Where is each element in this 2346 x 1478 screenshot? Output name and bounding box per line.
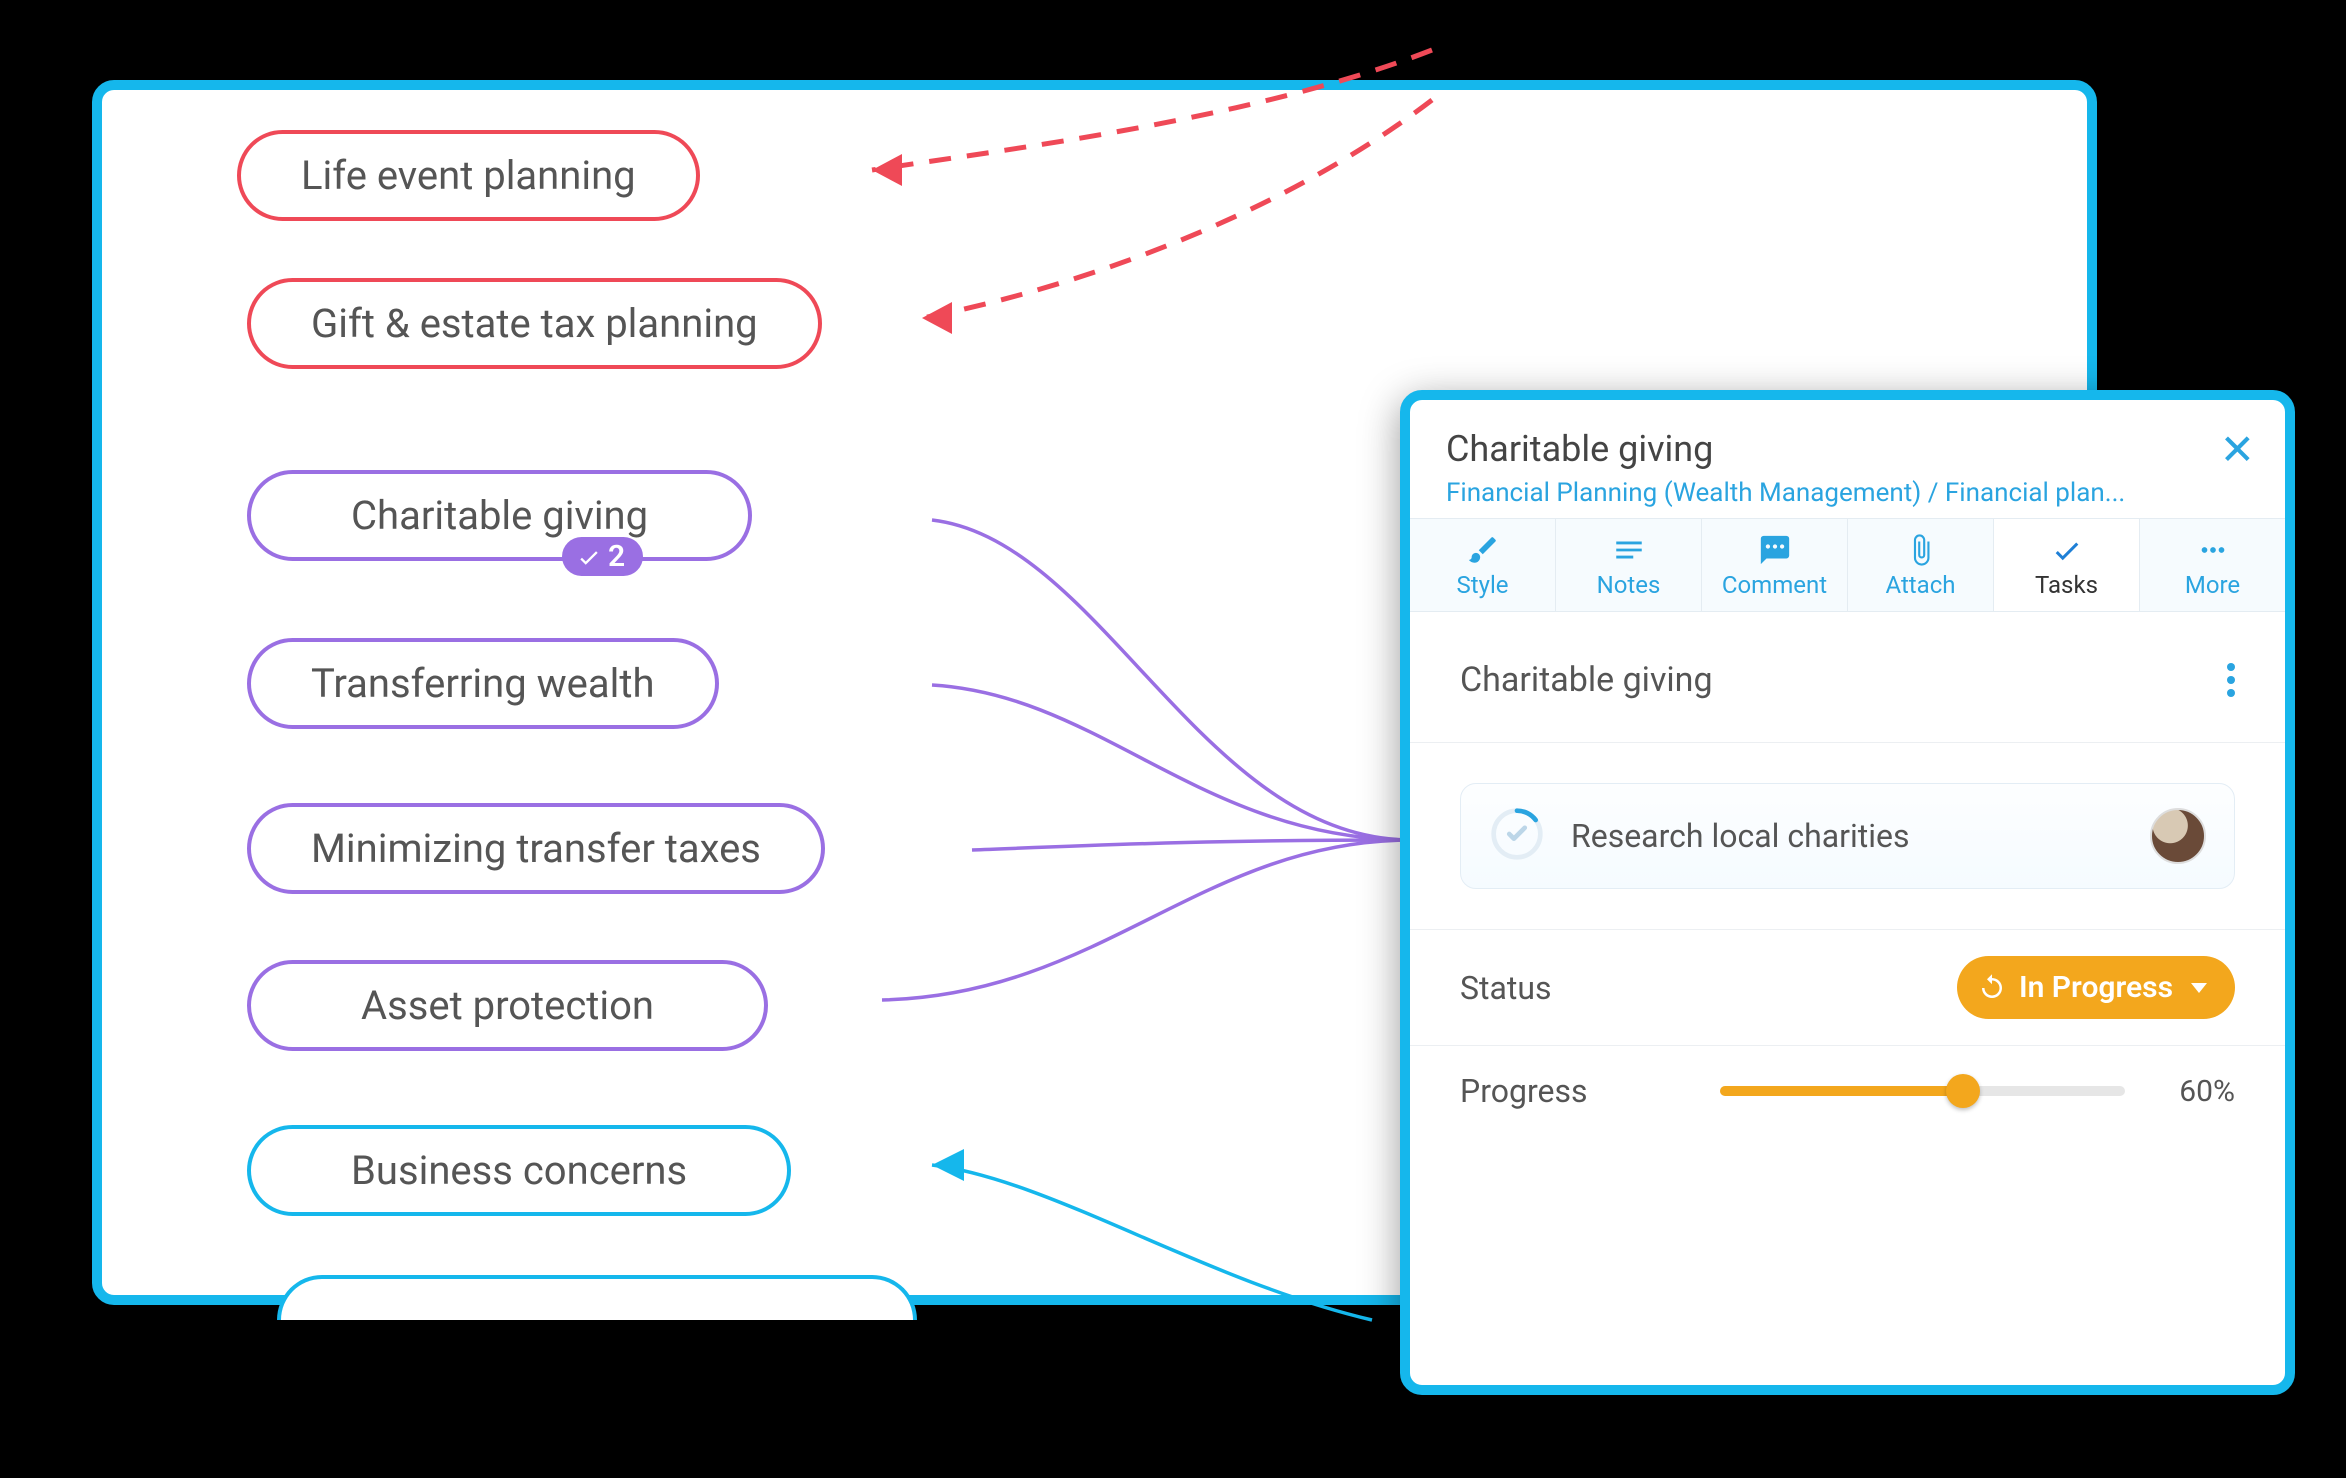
more-icon bbox=[2194, 533, 2232, 567]
node-label: Charitable giving bbox=[351, 492, 648, 539]
tab-more[interactable]: More bbox=[2140, 519, 2285, 611]
panel-title: Charitable giving bbox=[1446, 428, 2249, 470]
status-row: Status In Progress bbox=[1410, 929, 2285, 1045]
notes-icon bbox=[1610, 533, 1648, 567]
panel-tabs: Style Notes Comment Attach Tasks More bbox=[1410, 518, 2285, 612]
progress-label: Progress bbox=[1460, 1072, 1720, 1110]
task-group-header: Charitable giving bbox=[1410, 612, 2285, 743]
node-label: Life event planning bbox=[301, 152, 636, 199]
tab-label: Comment bbox=[1722, 571, 1827, 599]
in-progress-icon bbox=[1977, 973, 2007, 1003]
status-dropdown[interactable]: In Progress bbox=[1957, 956, 2235, 1019]
node-life-event-planning[interactable]: Life event planning bbox=[237, 130, 700, 221]
tab-attach[interactable]: Attach bbox=[1848, 519, 1994, 611]
tab-notes[interactable]: Notes bbox=[1556, 519, 1702, 611]
tab-tasks[interactable]: Tasks bbox=[1994, 519, 2140, 611]
close-icon[interactable]: ✕ bbox=[2220, 430, 2255, 472]
tab-label: Notes bbox=[1597, 571, 1661, 599]
task-group-name: Charitable giving bbox=[1460, 660, 1713, 700]
paperclip-icon bbox=[1902, 533, 1940, 567]
node-label: Minimizing transfer taxes bbox=[311, 825, 761, 872]
comment-icon bbox=[1756, 533, 1794, 567]
node-label: Business concerns bbox=[351, 1147, 687, 1194]
kebab-menu-icon[interactable] bbox=[2227, 658, 2235, 702]
progress-value: 60% bbox=[2155, 1074, 2235, 1109]
node-label: Asset protection bbox=[361, 982, 654, 1029]
node-task-count-badge: 2 bbox=[562, 537, 643, 576]
subtask-name: Research local charities bbox=[1571, 817, 2124, 855]
tab-comment[interactable]: Comment bbox=[1702, 519, 1848, 611]
progress-slider[interactable] bbox=[1720, 1086, 2125, 1096]
tab-label: More bbox=[2185, 571, 2240, 599]
node-gift-estate-tax-planning[interactable]: Gift & estate tax planning bbox=[247, 278, 822, 369]
node-asset-protection[interactable]: Asset protection bbox=[247, 960, 768, 1051]
node-charitable-giving[interactable]: Charitable giving bbox=[247, 470, 752, 561]
caret-down-icon bbox=[2191, 983, 2207, 993]
task-detail-panel: Charitable giving Financial Planning (We… bbox=[1400, 390, 2295, 1395]
tab-label: Style bbox=[1456, 571, 1508, 599]
tab-label: Attach bbox=[1886, 571, 1956, 599]
node-label: Transferring wealth bbox=[311, 660, 655, 707]
status-label: Status bbox=[1460, 969, 1720, 1007]
assignee-avatar[interactable] bbox=[2150, 808, 2206, 864]
progress-slider-thumb[interactable] bbox=[1946, 1074, 1980, 1108]
panel-breadcrumb[interactable]: Financial Planning (Wealth Management) /… bbox=[1446, 478, 2249, 508]
node-minimizing-transfer-taxes[interactable]: Minimizing transfer taxes bbox=[247, 803, 825, 894]
badge-count: 2 bbox=[608, 539, 625, 574]
node-transferring-wealth[interactable]: Transferring wealth bbox=[247, 638, 719, 729]
subtask-card[interactable]: Research local charities bbox=[1460, 783, 2235, 889]
node-business-concerns[interactable]: Business concerns bbox=[247, 1125, 791, 1216]
progress-ring-icon bbox=[1489, 806, 1545, 866]
tab-label: Tasks bbox=[2035, 571, 2098, 599]
progress-slider-fill bbox=[1720, 1086, 1963, 1096]
node-partial-hidden[interactable] bbox=[277, 1275, 917, 1320]
node-label: Gift & estate tax planning bbox=[311, 300, 758, 347]
paintbrush-icon bbox=[1464, 533, 1502, 567]
status-value: In Progress bbox=[2019, 970, 2173, 1005]
panel-header: Charitable giving Financial Planning (We… bbox=[1410, 400, 2285, 518]
tab-style[interactable]: Style bbox=[1410, 519, 1556, 611]
checkmark-icon bbox=[2048, 533, 2086, 567]
checkmark-icon bbox=[576, 544, 602, 570]
progress-row: Progress 60% bbox=[1410, 1045, 2285, 1136]
